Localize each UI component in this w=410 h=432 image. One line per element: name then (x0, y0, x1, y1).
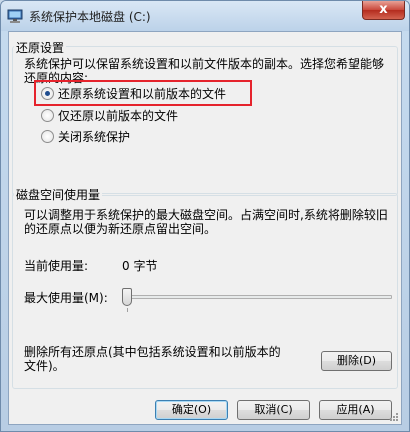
computer-icon (7, 9, 23, 23)
current-usage-label: 当前使用量: (24, 259, 89, 273)
radio-files-only-label[interactable]: 仅还原以前版本的文件 (58, 109, 178, 123)
slider-tick (127, 308, 128, 312)
radio-files-only[interactable] (41, 109, 54, 122)
close-icon: x (379, 2, 388, 17)
max-usage-slider-thumb[interactable] (122, 288, 132, 306)
disk-usage-description: 可以调整用于系统保护的最大磁盘空间。占满空间时,系统将删除较旧的还原点以便为新还… (24, 208, 388, 236)
title-bar[interactable]: 系统保护本地磁盘 (C:) x (1, 1, 409, 31)
max-usage-label: 最大使用量(M): (24, 291, 108, 305)
radio-turn-off-label[interactable]: 关闭系统保护 (58, 130, 130, 144)
delete-button[interactable]: 删除(D) (321, 351, 392, 371)
radio-restore-all[interactable] (41, 87, 54, 100)
window-title: 系统保护本地磁盘 (C:) (29, 10, 151, 24)
max-usage-slider-track[interactable] (122, 295, 392, 299)
dialog-content: 还原设置 系统保护可以保留系统设置和以前文件版本的副本。选择您希望能够还原的内容… (8, 31, 402, 425)
restore-settings-label: 还原设置 (14, 39, 67, 56)
system-protection-dialog: 系统保护本地磁盘 (C:) x 还原设置 系统保护可以保留系统设置和以前文件版本… (0, 0, 410, 432)
apply-button[interactable]: 应用(A) (319, 400, 392, 420)
radio-restore-all-label[interactable]: 还原系统设置和以前版本的文件 (58, 87, 226, 101)
radio-turn-off[interactable] (41, 130, 54, 143)
ok-button[interactable]: 确定(O) (155, 400, 228, 420)
delete-description: 删除所有还原点(其中包括系统设置和以前版本的文件)。 (24, 345, 281, 373)
resize-grip-icon[interactable] (389, 412, 399, 422)
cancel-button[interactable]: 取消(C) (237, 400, 310, 420)
current-usage-value: 0 字节 (122, 259, 158, 273)
disk-usage-label: 磁盘空间使用量 (14, 186, 103, 203)
close-button[interactable]: x (362, 1, 405, 20)
